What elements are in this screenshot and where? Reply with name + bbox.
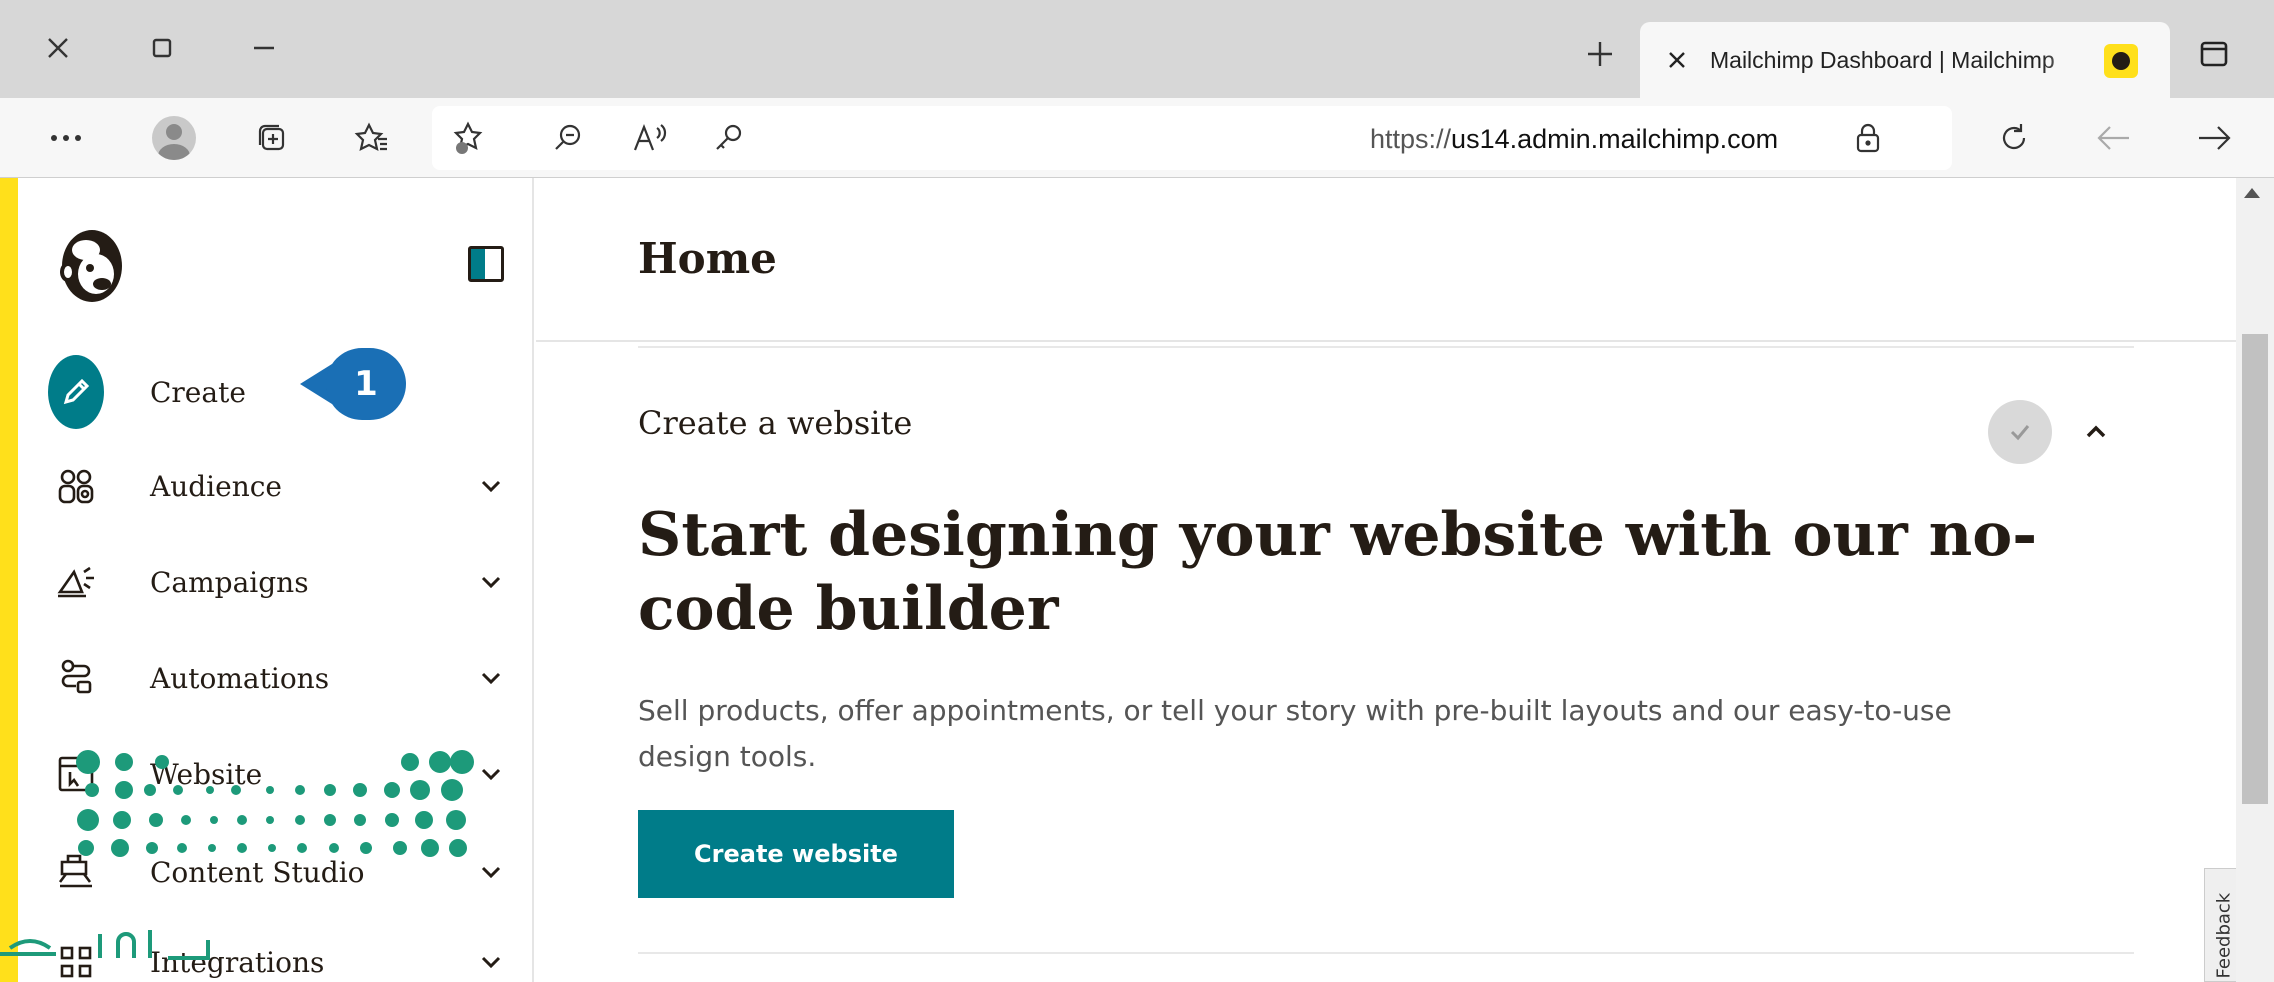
website-icon [48, 746, 104, 802]
chevron-down-icon[interactable] [476, 663, 506, 693]
scroll-up-icon[interactable] [2244, 188, 2260, 198]
chevron-up-icon[interactable] [2076, 412, 2116, 452]
chevron-down-icon[interactable] [476, 471, 506, 501]
sidebar-item-automations[interactable]: Automations [18, 634, 534, 722]
megaphone-icon [48, 554, 104, 610]
page-title: Home [638, 234, 777, 283]
card-label: Create a website [638, 404, 913, 442]
avatar [152, 116, 196, 160]
sidebar-item-label: Create [150, 375, 246, 409]
add-favorite-icon[interactable] [444, 112, 496, 164]
step-callout: 1 [300, 348, 410, 420]
divider [638, 952, 2134, 954]
minimize-window-icon[interactable] [236, 20, 292, 76]
sidebar-item-label: Integrations [150, 945, 325, 979]
mailchimp-favicon-icon [2104, 44, 2138, 78]
tab-close-icon[interactable] [1662, 45, 1692, 75]
scrollbar[interactable] [2236, 178, 2274, 982]
sidebar-item-label: Audience [150, 469, 282, 503]
zoom-icon[interactable] [542, 112, 594, 164]
audience-icon [48, 458, 104, 514]
card-headline: Start designing your website with our no… [638, 500, 2038, 644]
read-aloud-icon[interactable] [624, 112, 676, 164]
callout-number: 1 [326, 348, 406, 420]
forward-arrow-icon[interactable] [2188, 112, 2240, 164]
mailchimp-logo-icon[interactable] [52, 220, 132, 310]
mailchimp-app: Create 1 Audience Campaigns Automations … [0, 178, 2274, 982]
more-options-icon[interactable] [40, 112, 92, 164]
browser-tab[interactable]: Mailchimp Dashboard | Mailchimp [1640, 22, 2170, 98]
profile-button[interactable] [148, 112, 200, 164]
content-studio-icon [48, 844, 104, 900]
card-description: Sell products, offer appointments, or te… [638, 694, 1952, 773]
refresh-icon[interactable] [1988, 112, 2040, 164]
key-icon[interactable] [702, 112, 754, 164]
chevron-down-icon[interactable] [476, 759, 506, 789]
page-header: Home [536, 178, 2236, 342]
sidebar-item-label: Website [150, 757, 263, 791]
close-window-icon[interactable] [30, 20, 86, 76]
sidebar-item-audience[interactable]: Audience [18, 442, 534, 530]
collapse-sidebar-icon[interactable] [468, 246, 504, 282]
chevron-down-icon[interactable] [476, 947, 506, 977]
sidebar-item-integrations[interactable]: Integrations [18, 918, 534, 982]
sidebar-item-label: Automations [150, 661, 330, 695]
sidebar-item-label: Campaigns [150, 565, 309, 599]
url-text[interactable]: https://us14.admin.mailchimp.com [1370, 124, 1778, 155]
integrations-icon [48, 934, 104, 982]
back-arrow-icon[interactable] [2088, 112, 2140, 164]
new-tab-button[interactable] [1572, 26, 1628, 82]
chevron-down-icon[interactable] [476, 857, 506, 887]
sidebar-item-create[interactable]: Create [18, 348, 534, 436]
maximize-window-icon[interactable] [134, 20, 190, 76]
sidebar-item-label: Content Studio [150, 855, 365, 889]
checkmark-icon[interactable] [1988, 400, 2052, 464]
main-content: Home Create a website Start designing yo… [536, 178, 2236, 982]
favorites-icon[interactable] [346, 112, 398, 164]
lock-icon[interactable] [1842, 112, 1894, 164]
collections-icon[interactable] [246, 112, 298, 164]
address-bar[interactable]: https://us14.admin.mailchimp.com [432, 106, 1952, 170]
brand-accent-bar [0, 178, 18, 982]
sidebar-item-content-studio[interactable]: Content Studio [18, 828, 534, 916]
browser-toolbar: https://us14.admin.mailchimp.com [0, 98, 2274, 178]
divider [638, 346, 2134, 348]
scroll-thumb[interactable] [2242, 334, 2268, 804]
automation-icon [48, 650, 104, 706]
create-website-button[interactable]: Create website [638, 810, 954, 898]
feedback-label: Feedback [2213, 892, 2235, 979]
tab-actions-icon[interactable] [2192, 32, 2236, 76]
browser-tab-bar: Mailchimp Dashboard | Mailchimp [0, 0, 2274, 98]
sidebar-item-campaigns[interactable]: Campaigns [18, 538, 534, 626]
sidebar-item-website[interactable]: Website [18, 730, 534, 818]
chevron-down-icon[interactable] [476, 567, 506, 597]
pencil-icon [48, 355, 104, 429]
tab-title: Mailchimp Dashboard | Mailchimp [1710, 46, 2055, 73]
sidebar: Create 1 Audience Campaigns Automations … [18, 178, 534, 982]
feedback-tab[interactable]: Feedback [2204, 868, 2240, 982]
